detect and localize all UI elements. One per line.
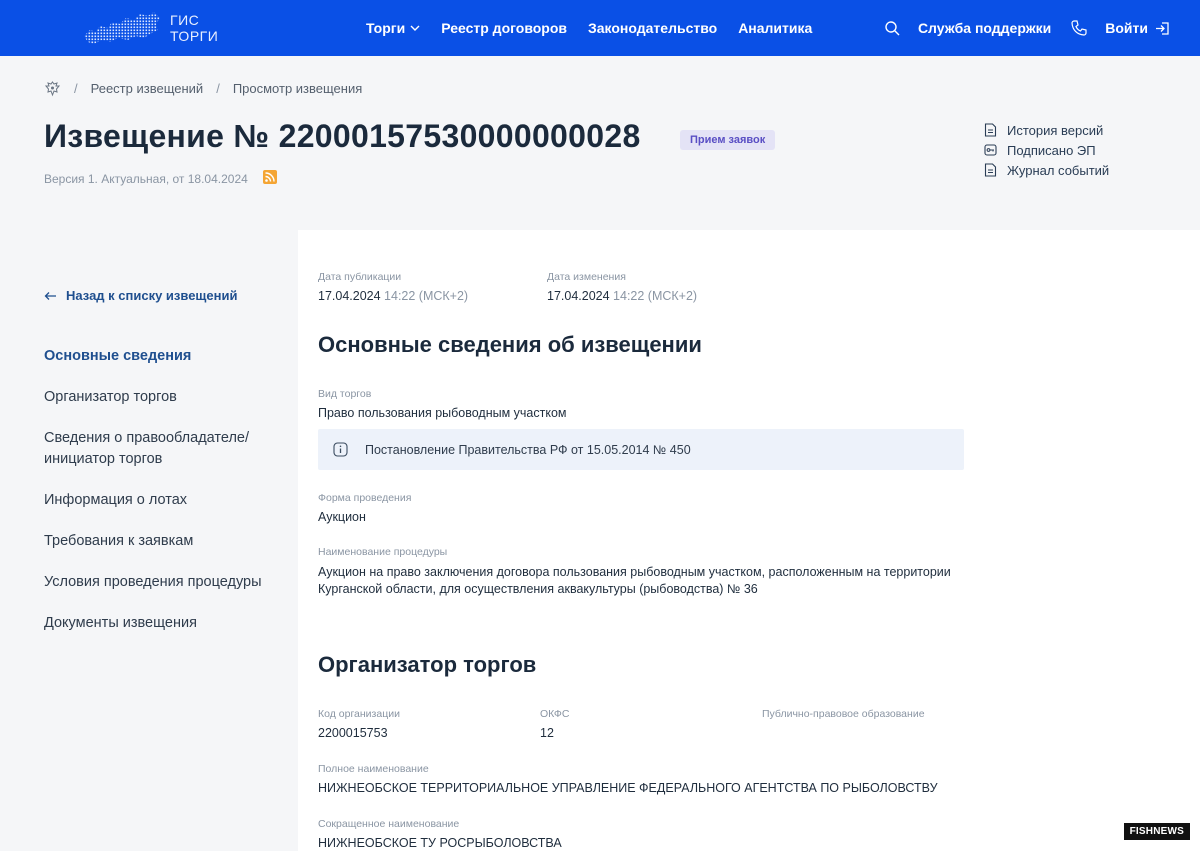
section-title-basic: Основные сведения об извещении	[318, 332, 702, 357]
breadcrumb-current: Просмотр извещения	[232, 81, 363, 96]
menu-item-requirements[interactable]: Требования к заявкам	[44, 531, 284, 552]
field-label: Код организации	[318, 708, 400, 720]
menu-item-lots[interactable]: Информация о лотах	[44, 490, 284, 511]
arrow-left-icon	[44, 291, 56, 300]
chevron-down-icon	[410, 25, 420, 31]
signature-icon	[984, 144, 997, 156]
field-ppo: Публично-правовое образование	[762, 708, 984, 740]
login-icon	[1156, 21, 1169, 35]
info-text: Постановление Правительства РФ от 15.05.…	[365, 442, 691, 457]
events-label: Журнал событий	[1007, 162, 1110, 178]
field-value: НИЖНЕОБСКОЕ ТУ РОСРЫБОЛОВСТВА	[318, 836, 562, 850]
breadcrumb-registry[interactable]: Реестр извещений	[91, 81, 204, 96]
search-icon[interactable]	[884, 20, 900, 36]
field-label: Вид торгов	[318, 388, 372, 400]
field-label: Наименование процедуры	[318, 546, 448, 558]
events-link[interactable]: Журнал событий	[984, 160, 1109, 180]
organizer-row: Код организации 2200015753 ОКФС 12 Публи…	[318, 708, 984, 740]
field-procedure-name: Наименование процедуры Аукцион на право …	[318, 546, 968, 598]
top-header: ГИС ТОРГИ Торги Реестр договоров Законод…	[0, 0, 1200, 56]
field-okfs: ОКФС 12	[540, 708, 762, 740]
login-button[interactable]: Войти	[1105, 20, 1170, 36]
breadcrumb: / Реестр извещений / Просмотр извещения	[44, 80, 362, 97]
menu-item-conditions[interactable]: Условия проведения процедуры	[44, 572, 284, 593]
date-text: 17.04.2024	[318, 289, 381, 303]
logo[interactable]: ГИС ТОРГИ	[82, 8, 218, 48]
date-text: 17.04.2024	[547, 289, 610, 303]
section-title-organizer: Организатор торгов	[318, 652, 537, 677]
modification-date: Дата изменения 17.04.2024 14:22 (МСК+2)	[547, 271, 776, 303]
field-value: Право пользования рыбоводным участком	[318, 406, 567, 420]
back-label: Назад к списку извещений	[66, 288, 238, 303]
menu-item-documents[interactable]: Документы извещения	[44, 613, 284, 634]
nav-label: Торги	[366, 20, 406, 36]
signature-link[interactable]: Подписано ЭП	[984, 140, 1109, 160]
support-link[interactable]: Служба поддержки	[918, 20, 1051, 36]
history-link[interactable]: История версий	[984, 120, 1109, 140]
login-label: Войти	[1105, 20, 1148, 36]
nav-item-contracts[interactable]: Реестр договоров	[441, 20, 567, 36]
field-label: Форма проведения	[318, 492, 412, 504]
sidebar: Назад к списку извещений Основные сведен…	[0, 230, 298, 851]
russia-map-icon	[84, 12, 160, 44]
menu-item-basic-info[interactable]: Основные сведения	[44, 346, 284, 367]
nav-label: Законодательство	[588, 20, 718, 36]
field-label: Сокращенное наименование	[318, 818, 460, 830]
rss-icon[interactable]	[263, 170, 277, 184]
field-value: Аукцион	[318, 510, 366, 524]
field-full-name: Полное наименование НИЖНЕОБСКОЕ ТЕРРИТОР…	[318, 763, 968, 795]
field-kind: Вид торгов Право пользования рыбоводным …	[318, 388, 968, 420]
field-value: 2200015753	[318, 726, 388, 740]
main-nav: Торги Реестр договоров Законодательство …	[366, 0, 833, 56]
signature-label: Подписано ЭП	[1007, 142, 1096, 158]
publication-date-label: Дата публикации	[318, 271, 402, 283]
nav-label: Аналитика	[738, 20, 813, 36]
page-title: Извещение № 22000157530000000028	[44, 118, 641, 154]
document-icon	[984, 123, 997, 137]
time-text: 14:22 (МСК+2)	[613, 289, 698, 303]
publication-date: Дата публикации 17.04.2024 14:22 (МСК+2)	[318, 271, 547, 303]
modification-date-value: 17.04.2024 14:22 (МСК+2)	[547, 289, 776, 303]
field-label: ОКФС	[540, 708, 570, 720]
notice-actions: История версий Подписано ЭП Журнал событ…	[984, 120, 1109, 180]
logo-line2: ТОРГИ	[170, 28, 219, 44]
field-short-name: Сокращенное наименование НИЖНЕОБСКОЕ ТУ …	[318, 818, 968, 850]
notice-header: / Реестр извещений / Просмотр извещения …	[0, 56, 1200, 230]
emblem-icon[interactable]	[44, 80, 61, 97]
status-badge: Прием заявок	[680, 130, 776, 150]
field-value: 12	[540, 726, 554, 740]
info-icon	[333, 442, 348, 457]
publication-date-value: 17.04.2024 14:22 (МСК+2)	[318, 289, 547, 303]
dates-row: Дата публикации 17.04.2024 14:22 (МСК+2)…	[318, 271, 776, 303]
nav-item-analytics[interactable]: Аналитика	[738, 20, 812, 36]
breadcrumb-separator: /	[216, 81, 220, 96]
field-label: Полное наименование	[318, 763, 429, 775]
nav-item-torgi[interactable]: Торги	[366, 20, 420, 36]
field-form: Форма проведения Аукцион	[318, 492, 968, 524]
time-text: 14:22 (МСК+2)	[384, 289, 469, 303]
info-box: Постановление Правительства РФ от 15.05.…	[318, 429, 964, 470]
field-label: Публично-правовое образование	[762, 708, 925, 720]
history-label: История версий	[1007, 122, 1104, 138]
nav-label: Реестр договоров	[441, 20, 567, 36]
field-value: Аукцион на право заключения договора пол…	[318, 565, 951, 596]
phone-icon[interactable]	[1071, 20, 1087, 36]
version-info: Версия 1. Актуальная, от 18.04.2024	[44, 172, 248, 186]
logo-text: ГИС ТОРГИ	[170, 12, 218, 44]
field-org-code: Код организации 2200015753	[318, 708, 540, 740]
breadcrumb-separator: /	[74, 81, 78, 96]
menu-item-rightholder[interactable]: Сведения о правообладателе/ инициатор то…	[44, 428, 284, 470]
nav-item-legislation[interactable]: Законодательство	[588, 20, 717, 36]
document-icon	[984, 163, 997, 177]
watermark-logo: FISHNEWS	[1123, 823, 1190, 840]
field-value: НИЖНЕОБСКОЕ ТЕРРИТОРИАЛЬНОЕ УПРАВЛЕНИЕ Ф…	[318, 781, 938, 795]
logo-line1: ГИС	[170, 12, 200, 28]
menu-item-organizer[interactable]: Организатор торгов	[44, 387, 284, 408]
header-actions: Служба поддержки Войти	[884, 0, 1170, 56]
back-to-list-link[interactable]: Назад к списку извещений	[44, 288, 237, 303]
modification-date-label: Дата изменения	[547, 271, 626, 283]
section-menu: Основные сведения Организатор торгов Све…	[44, 346, 284, 654]
